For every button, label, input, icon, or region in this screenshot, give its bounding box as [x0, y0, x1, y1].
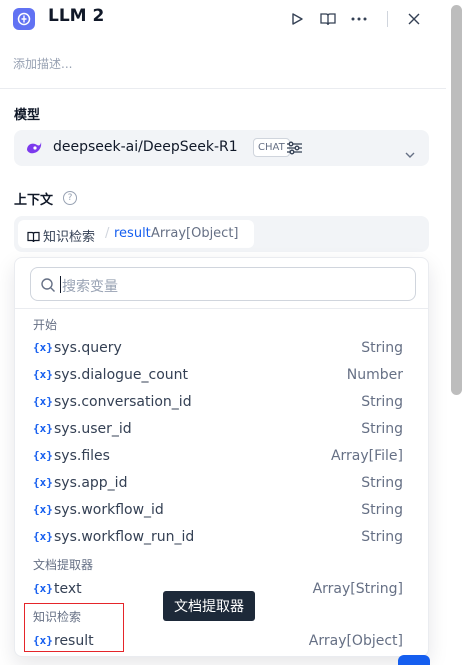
variable-type: String	[361, 421, 403, 437]
variable-option[interactable]: {x} sys.user_id String	[15, 417, 428, 444]
variable-icon: {x}	[33, 368, 53, 381]
variable-type: String	[361, 340, 403, 356]
context-label: 上下文	[14, 193, 54, 208]
variable-name: sys.app_id	[54, 475, 128, 491]
variable-option[interactable]: {x} sys.query String	[15, 336, 428, 363]
model-mode-badge: CHAT	[253, 138, 290, 157]
group-title: 文档提取器	[33, 558, 94, 572]
node-header: LLM 2	[0, 0, 446, 40]
model-label: 模型	[14, 108, 41, 123]
text-cursor	[60, 276, 61, 293]
variable-option[interactable]: {x} sys.workflow_run_id String	[15, 525, 428, 552]
deepseek-logo-icon	[25, 139, 43, 157]
close-icon[interactable]	[404, 9, 424, 29]
tooltip: 文档提取器	[163, 591, 255, 621]
variable-icon: {x}	[33, 476, 53, 489]
toggle-switch[interactable]	[398, 655, 430, 665]
variable-type: Number	[346, 367, 403, 383]
model-name: deepseek-ai/DeepSeek-R1	[53, 139, 238, 155]
variable-name: sys.user_id	[54, 421, 132, 437]
settings-sliders-icon[interactable]	[286, 140, 303, 156]
node-title[interactable]: LLM 2	[48, 6, 104, 26]
variable-icon: {x}	[33, 503, 53, 516]
group-title: 开始	[33, 318, 58, 332]
variable-type: String	[361, 529, 403, 545]
variable-icon: {x}	[33, 341, 53, 354]
variable-name: sys.workflow_id	[54, 502, 164, 518]
help-icon[interactable]: ?	[63, 191, 77, 205]
variable-icon: {x}	[33, 530, 53, 543]
variable-type: String	[361, 502, 403, 518]
divider	[0, 88, 446, 89]
variable-name: sys.conversation_id	[54, 394, 192, 410]
book-icon	[27, 228, 40, 243]
variable-icon: {x}	[33, 582, 53, 595]
search-input[interactable]: 搜索变量	[30, 267, 416, 301]
variable-option[interactable]: {x} sys.app_id String	[15, 471, 428, 498]
variable-option[interactable]: {x} sys.workflow_id String	[15, 498, 428, 525]
variable-name: sys.dialogue_count	[54, 367, 189, 383]
variable-name: text	[54, 581, 82, 597]
run-icon[interactable]	[287, 9, 307, 29]
variable-type: String	[361, 394, 403, 410]
variable-name: sys.query	[54, 340, 122, 356]
book-icon[interactable]	[318, 9, 338, 29]
llm-node-icon	[13, 8, 35, 30]
variable-option[interactable]: {x} sys.files Array[File]	[15, 444, 428, 471]
search-placeholder: 搜索变量	[62, 279, 118, 295]
variable-type: Array[String]	[312, 581, 403, 597]
model-selector[interactable]: deepseek-ai/DeepSeek-R1 CHAT	[14, 130, 429, 166]
variable-option[interactable]: {x} sys.dialogue_count Number	[15, 363, 428, 390]
search-icon	[40, 277, 56, 293]
dropdown-divider	[15, 308, 428, 309]
highlight-annotation	[24, 603, 124, 652]
chip-variable-type: Array[Object]	[151, 226, 239, 241]
variable-icon: {x}	[33, 449, 53, 462]
variable-icon: {x}	[33, 395, 53, 408]
variable-type: String	[361, 475, 403, 491]
variable-type: Array[Object]	[308, 633, 403, 649]
chevron-down-icon[interactable]	[404, 144, 416, 158]
variable-name: sys.workflow_run_id	[54, 529, 195, 545]
context-variable-chip[interactable]: 知识检索 / result Array[Object]	[18, 220, 254, 248]
context-selector[interactable]: 知识检索 / result Array[Object]	[14, 216, 429, 252]
chip-separator: /	[105, 226, 110, 241]
header-divider	[387, 11, 388, 27]
description-input[interactable]: 添加描述...	[13, 55, 72, 72]
scrollbar[interactable]	[451, 5, 462, 395]
chip-variable-name: result	[114, 226, 151, 241]
variable-icon: {x}	[33, 422, 53, 435]
variable-type: Array[File]	[330, 448, 403, 464]
variable-option[interactable]: {x} sys.conversation_id String	[15, 390, 428, 417]
variable-name: sys.files	[54, 448, 110, 464]
more-icon[interactable]	[349, 9, 369, 29]
chip-node-name: 知识检索	[43, 230, 96, 245]
